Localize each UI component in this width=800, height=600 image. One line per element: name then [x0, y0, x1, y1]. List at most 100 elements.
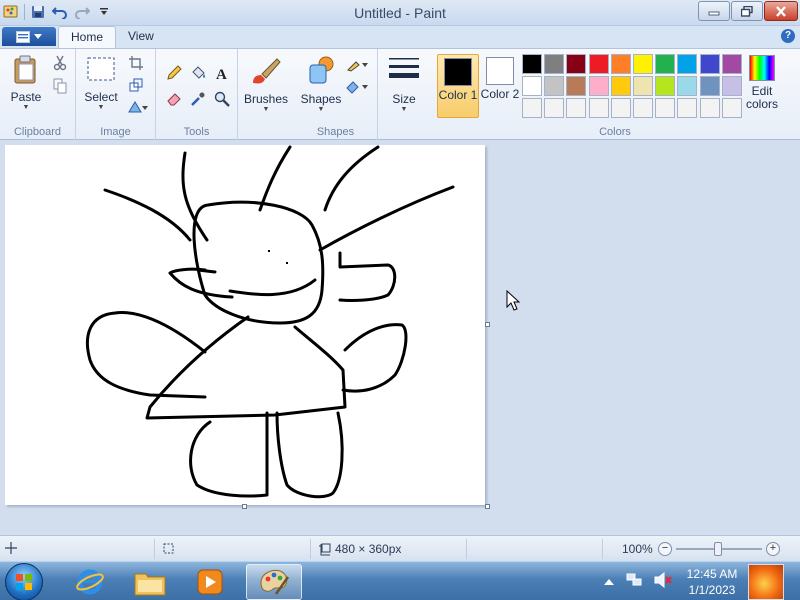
palette-color-swatch[interactable] — [655, 98, 676, 118]
clipboard-group: Paste ▼ Clipboard — [0, 49, 76, 141]
volume-muted-icon[interactable] — [654, 571, 672, 591]
color1-button[interactable]: Color 1 — [437, 54, 479, 118]
outline-icon[interactable] — [344, 55, 370, 75]
palette-color-swatch[interactable] — [610, 98, 631, 118]
copy-icon[interactable] — [50, 76, 70, 96]
zoom-level: 100% — [622, 542, 653, 556]
zoom-in-button[interactable]: + — [766, 542, 780, 556]
shapes-label: Shapes — [300, 92, 342, 106]
palette-color-swatch[interactable] — [632, 76, 653, 96]
color2-swatch — [486, 57, 514, 85]
resize-icon[interactable] — [126, 75, 146, 95]
crop-icon[interactable] — [126, 53, 146, 73]
start-button[interactable] — [5, 563, 43, 600]
zoom-out-button[interactable]: − — [658, 542, 672, 556]
taskbar-file-explorer[interactable] — [122, 564, 178, 600]
taskbar-paint[interactable] — [246, 564, 302, 600]
eraser-icon[interactable] — [164, 89, 184, 109]
palette-color-swatch[interactable] — [588, 76, 609, 96]
edit-colors-button[interactable]: Edit colors — [744, 55, 780, 111]
palette-color-swatch[interactable] — [566, 54, 587, 74]
show-hidden-icons-icon[interactable] — [604, 575, 614, 589]
paint-menu-button[interactable] — [2, 27, 56, 46]
palette-color-swatch[interactable] — [610, 54, 631, 74]
rotate-icon[interactable] — [126, 97, 152, 117]
palette-color-swatch[interactable] — [677, 54, 698, 74]
palette-color-swatch[interactable] — [721, 98, 742, 118]
palette-color-swatch[interactable] — [721, 54, 742, 74]
image-group: Select ▼ Image — [76, 49, 156, 141]
palette-color-swatch[interactable] — [655, 54, 676, 74]
select-label: Select — [84, 90, 118, 104]
paste-label: Paste — [10, 90, 42, 104]
windows-logo-icon — [16, 574, 32, 590]
restore-button[interactable] — [731, 1, 763, 21]
help-icon[interactable]: ? — [781, 29, 795, 43]
zoom-slider-thumb[interactable] — [714, 542, 722, 556]
taskbar-internet-explorer[interactable] — [62, 564, 118, 600]
eye-dot — [268, 250, 270, 252]
palette-color-swatch[interactable] — [544, 76, 565, 96]
palette-color-swatch[interactable] — [544, 54, 565, 74]
size-button[interactable]: Size ▼ — [384, 55, 424, 114]
palette-color-swatch[interactable] — [522, 54, 542, 74]
palette-color-swatch[interactable] — [588, 54, 609, 74]
file-explorer-icon — [134, 573, 166, 596]
shapes-button[interactable]: Shapes ▼ — [300, 55, 342, 114]
palette-color-swatch[interactable] — [699, 54, 720, 74]
palette-color-swatch[interactable] — [677, 98, 698, 118]
zoom-slider[interactable] — [676, 542, 762, 556]
crosshair-icon — [5, 542, 17, 554]
clock-time: 12:45 AM — [686, 567, 738, 581]
freehand-drawing — [85, 145, 455, 499]
palette-color-swatch[interactable] — [699, 76, 720, 96]
resize-handle-right[interactable] — [485, 322, 490, 327]
resize-handle-bottom[interactable] — [242, 504, 247, 509]
palette-color-swatch[interactable] — [566, 98, 587, 118]
resize-handle-corner[interactable] — [485, 504, 490, 509]
paste-button[interactable]: Paste ▼ — [4, 55, 48, 112]
palette-color-swatch[interactable] — [610, 76, 631, 96]
magnifier-icon[interactable] — [212, 89, 232, 109]
window-title: Untitled - Paint — [354, 5, 446, 21]
palette-color-swatch[interactable] — [566, 76, 587, 96]
palette-color-swatch[interactable] — [632, 98, 653, 118]
cut-icon[interactable] — [50, 53, 70, 73]
taskbar-media-player[interactable] — [182, 564, 238, 600]
network-icon[interactable] — [626, 572, 642, 591]
drawing-canvas[interactable] — [5, 145, 485, 505]
color2-button[interactable]: Color 2 — [479, 54, 521, 118]
taskbar-clock[interactable]: 12:45 AM 1/1/2023 — [676, 566, 748, 598]
close-button[interactable] — [764, 1, 798, 21]
color-picker-icon[interactable] — [188, 89, 208, 109]
minimize-button[interactable] — [698, 1, 730, 21]
fill-icon[interactable] — [188, 63, 208, 83]
palette-color-swatch[interactable] — [522, 98, 542, 118]
palette-color-swatch[interactable] — [632, 54, 653, 74]
palette-color-swatch[interactable] — [721, 76, 742, 96]
image-size-text: 480 × 360px — [335, 542, 402, 556]
brushes-button[interactable]: Brushes ▼ — [244, 55, 288, 114]
palette-color-swatch[interactable] — [677, 76, 698, 96]
palette-color-swatch[interactable] — [522, 76, 542, 96]
palette-color-swatch[interactable] — [699, 98, 720, 118]
palette-color-swatch[interactable] — [655, 76, 676, 96]
canvas-size-icon — [319, 543, 331, 555]
fill-shape-icon[interactable] — [344, 77, 370, 97]
palette-color-swatch[interactable] — [588, 98, 609, 118]
canvas-workspace[interactable] — [0, 140, 800, 535]
tab-home[interactable]: Home — [58, 26, 117, 48]
image-size: 480 × 360px — [318, 542, 401, 556]
tab-view[interactable]: View — [116, 26, 166, 48]
ribbon-tab-row: Home View ? — [0, 26, 800, 48]
size-group: Size ▼ — [378, 49, 430, 141]
ribbon: Paste ▼ Clipboard Select ▼ Image A Tools… — [0, 48, 800, 141]
select-button[interactable]: Select ▼ — [80, 55, 122, 112]
paint-icon — [260, 570, 290, 595]
pencil-icon[interactable] — [164, 63, 184, 83]
brushes-label: Brushes — [244, 92, 289, 106]
show-desktop-button[interactable] — [748, 564, 784, 600]
text-icon[interactable]: A — [212, 63, 232, 83]
palette-color-swatch[interactable] — [544, 98, 565, 118]
media-player-icon — [197, 569, 223, 595]
